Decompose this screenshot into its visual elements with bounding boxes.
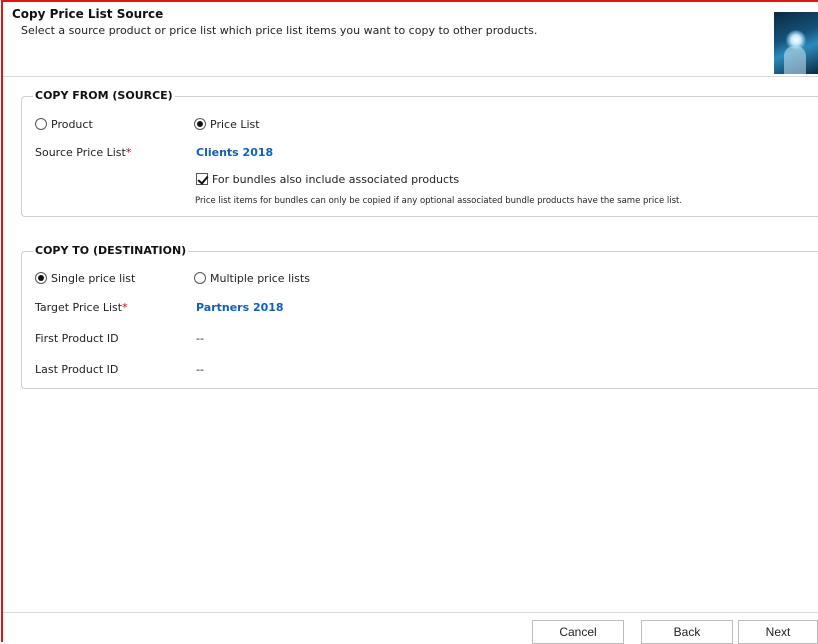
dialog-subtitle: Select a source product or price list wh…: [21, 24, 538, 37]
include-bundles-label: For bundles also include associated prod…: [212, 173, 460, 186]
radio-single-circle[interactable]: [35, 272, 47, 284]
include-bundles-checkbox[interactable]: For bundles also include associated prod…: [196, 173, 459, 186]
radio-price-list-circle[interactable]: [194, 118, 206, 130]
radio-product-label: Product: [51, 118, 93, 131]
target-price-list-label: Target Price List*: [35, 301, 128, 314]
radio-single-label: Single price list: [51, 272, 136, 285]
required-marker: *: [122, 301, 128, 314]
source-price-list-label: Source Price List*: [35, 146, 131, 159]
dialog-header: Copy Price List Source Select a source p…: [3, 2, 818, 77]
target-price-list-text: Target Price List: [35, 301, 123, 314]
destination-group: COPY TO (DESTINATION) Single price list …: [21, 244, 818, 389]
radio-product[interactable]: Product: [35, 118, 93, 131]
bundle-note: Price list items for bundles can only be…: [195, 196, 683, 206]
radio-multiple-label: Multiple price lists: [210, 272, 310, 285]
first-product-id-label: First Product ID: [35, 332, 119, 345]
radio-multiple-circle[interactable]: [194, 272, 206, 284]
radio-multiple-price-lists[interactable]: Multiple price lists: [194, 272, 310, 285]
dialog-window: Copy Price List Source Select a source p…: [1, 0, 818, 644]
source-price-list-text: Source Price List: [35, 146, 126, 159]
required-marker: *: [125, 146, 132, 159]
radio-price-list-label: Price List: [210, 118, 260, 131]
source-legend: COPY FROM (SOURCE): [33, 89, 175, 102]
radio-price-list[interactable]: Price List: [194, 118, 260, 131]
destination-legend: COPY TO (DESTINATION): [33, 244, 189, 257]
target-price-list-link[interactable]: Partners 2018: [196, 301, 284, 314]
last-product-id-label: Last Product ID: [35, 363, 119, 376]
first-product-id-value: --: [196, 332, 204, 345]
source-price-list-link[interactable]: Clients 2018: [196, 146, 273, 159]
next-button[interactable]: Next: [738, 620, 818, 644]
radio-product-circle[interactable]: [35, 118, 47, 130]
dialog-title: Copy Price List Source: [12, 7, 164, 21]
include-bundles-checkbox-box[interactable]: [196, 173, 208, 185]
source-group: COPY FROM (SOURCE) Product Price List So…: [21, 89, 818, 217]
back-button[interactable]: Back: [641, 620, 733, 644]
hand-decoration: [784, 46, 806, 74]
cancel-button[interactable]: Cancel: [532, 620, 624, 644]
radio-single-price-list[interactable]: Single price list: [35, 272, 135, 285]
header-illustration-icon: [774, 12, 818, 74]
last-product-id-value: --: [196, 363, 204, 376]
